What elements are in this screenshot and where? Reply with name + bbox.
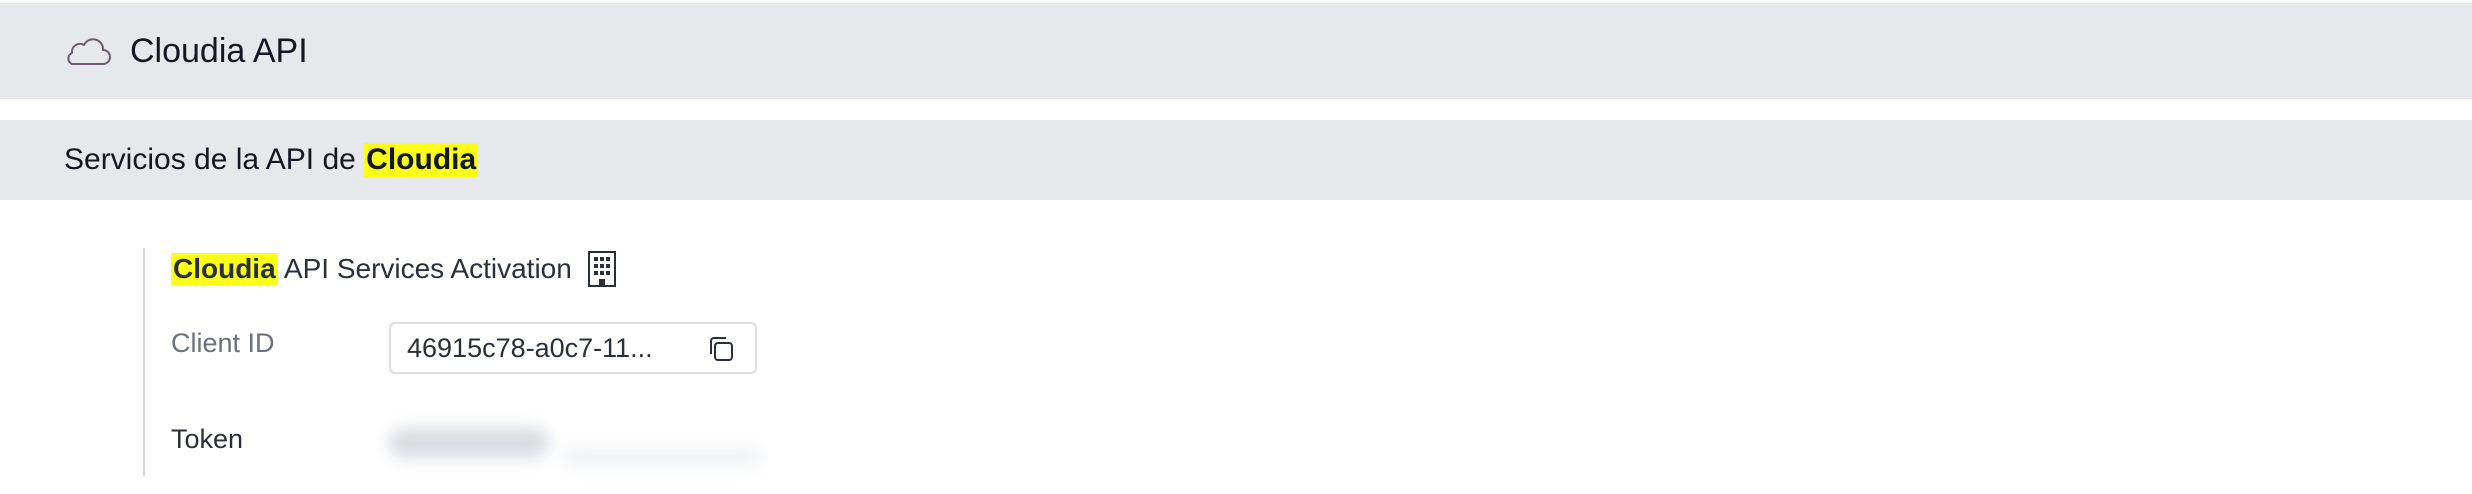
client-id-field[interactable]: 46915c78-a0c7-11... bbox=[389, 322, 757, 374]
card-title-text: API Services Activation bbox=[277, 253, 572, 284]
copy-icon[interactable] bbox=[707, 335, 735, 363]
section-title-prefix: Servicios de la API de bbox=[64, 143, 365, 176]
client-id-value: 46915c78-a0c7-11... bbox=[407, 332, 653, 363]
section-header: Servicios de la API de Cloudia bbox=[0, 120, 2472, 200]
card-title: Cloudia API Services Activation bbox=[171, 248, 618, 290]
app-header: Cloudia API bbox=[0, 3, 2472, 99]
token-label: Token bbox=[171, 424, 244, 454]
card-title-highlight: Cloudia bbox=[171, 253, 278, 285]
building-icon bbox=[586, 250, 618, 288]
cloud-icon bbox=[62, 34, 112, 68]
service-card: Cloudia API Services Activation Client I… bbox=[143, 248, 1045, 476]
section-title-highlight: Cloudia bbox=[364, 143, 479, 177]
client-id-label: Client ID bbox=[171, 328, 275, 358]
app-title: Cloudia API bbox=[130, 31, 308, 70]
token-value-redacted bbox=[381, 416, 761, 472]
